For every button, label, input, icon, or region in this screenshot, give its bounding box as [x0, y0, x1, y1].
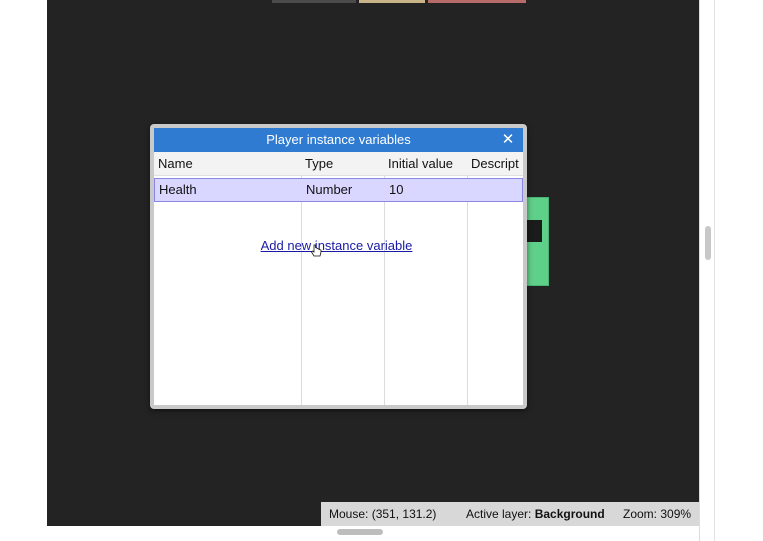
- hand-cursor-icon: [310, 244, 322, 257]
- close-icon[interactable]: ✕: [499, 128, 517, 152]
- variables-table: Name Type Initial value Descript Health …: [154, 152, 523, 405]
- sprite-detail: [526, 220, 542, 242]
- column-header-description[interactable]: Descript: [467, 152, 519, 176]
- canvas-object-strip[interactable]: [428, 0, 526, 3]
- table-header: Name Type Initial value Descript: [154, 152, 523, 176]
- column-header-initial-value[interactable]: Initial value: [384, 152, 467, 176]
- vertical-scrollbar-thumb[interactable]: [705, 226, 711, 260]
- status-bar: Mouse: (351, 131.2) Active layer: Backgr…: [321, 502, 699, 526]
- column-header-name[interactable]: Name: [154, 152, 301, 176]
- right-panel: [699, 0, 763, 541]
- horizontal-scrollbar-thumb[interactable]: [337, 529, 383, 535]
- mouse-position-readout: Mouse: (351, 131.2): [329, 507, 437, 521]
- variable-initial-value-cell[interactable]: 10: [385, 179, 468, 201]
- add-variable-link-row: Add new instance variable: [154, 238, 519, 253]
- column-header-type[interactable]: Type: [301, 152, 384, 176]
- dialog-title: Player instance variables: [266, 132, 411, 147]
- variable-description-cell[interactable]: [468, 179, 520, 201]
- instance-variables-dialog: Player instance variables ✕ Name Type In…: [150, 124, 527, 409]
- zoom-readout: Zoom: 309%: [623, 507, 692, 521]
- variable-type-cell[interactable]: Number: [302, 179, 385, 201]
- add-instance-variable-link[interactable]: Add new instance variable: [261, 238, 413, 253]
- canvas-object-strip[interactable]: [359, 0, 425, 3]
- table-row[interactable]: Health Number 10: [154, 178, 523, 202]
- canvas-object-strip[interactable]: [272, 0, 356, 3]
- variable-name-cell[interactable]: Health: [155, 179, 302, 201]
- panel-divider: [714, 0, 715, 541]
- active-layer-readout: Active layer: Background: [466, 507, 605, 521]
- dialog-titlebar[interactable]: Player instance variables ✕: [154, 128, 523, 152]
